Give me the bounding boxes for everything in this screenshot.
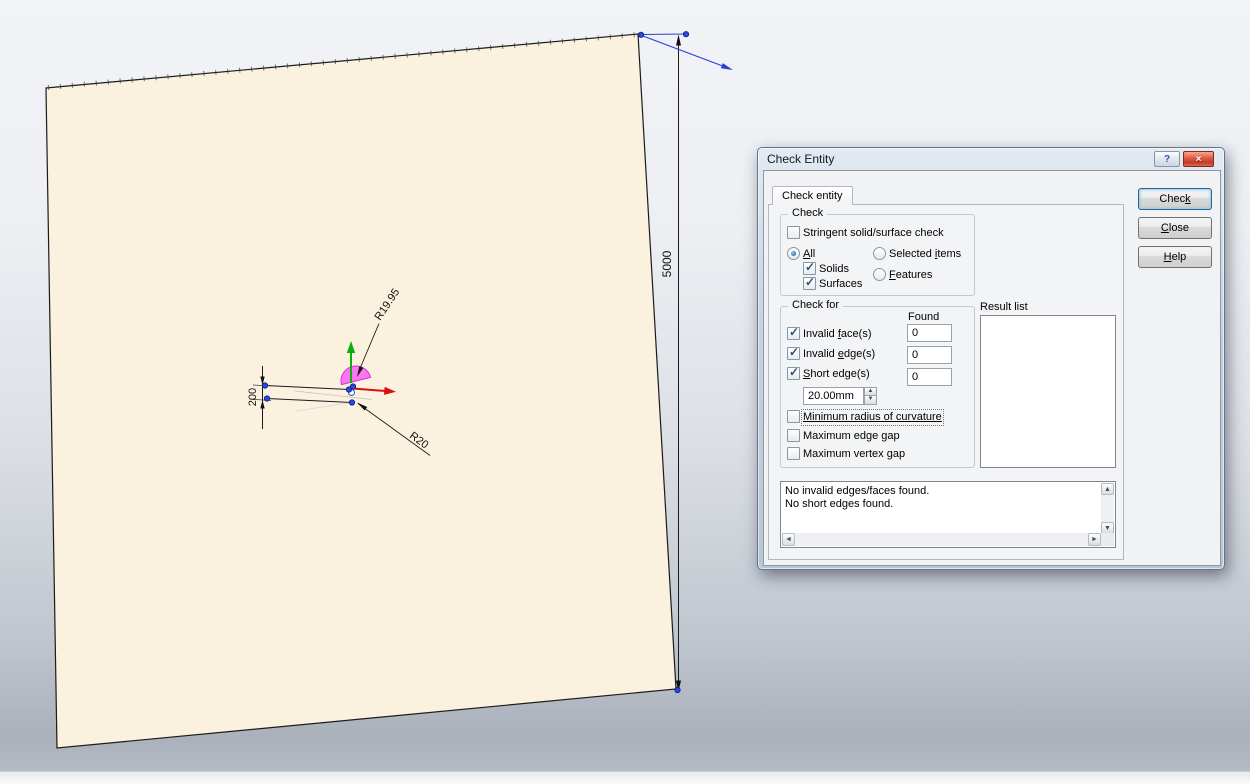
scroll-left-icon: ◄: [785, 536, 792, 543]
spin-down-button[interactable]: ▼: [864, 396, 877, 405]
check-group-label: Check: [788, 207, 827, 219]
tab-check-entity[interactable]: Check entity: [772, 186, 853, 205]
selected-items-label: Selected items: [889, 248, 961, 261]
selected-items-radio[interactable]: [873, 247, 886, 260]
invalid-edges-found-field[interactable]: 0: [907, 346, 952, 364]
solids-label: Solids: [819, 263, 849, 276]
check-entity-tab-page: Check Stringent solid/surface check All …: [768, 204, 1124, 560]
checkmark-icon: ✓: [789, 325, 799, 339]
spin-up-icon: ▲: [868, 388, 874, 394]
dialog-close-button[interactable]: ×: [1183, 151, 1214, 167]
scroll-down-icon: ▼: [1104, 525, 1111, 532]
invalid-faces-checkbox[interactable]: ✓: [787, 327, 800, 340]
invalid-edges-checkbox[interactable]: ✓: [787, 347, 800, 360]
check-button[interactable]: Check: [1138, 188, 1212, 210]
max-vertex-gap-checkbox[interactable]: [787, 447, 800, 460]
short-edges-found-field[interactable]: 0: [907, 368, 952, 386]
check-for-group-label: Check for: [788, 299, 843, 311]
max-edge-gap-label: Maximum edge gap: [803, 430, 900, 443]
surfaces-checkbox[interactable]: ✓: [803, 277, 816, 290]
short-edges-label: Short edge(s): [803, 368, 870, 381]
features-label: Features: [889, 269, 932, 282]
scrollbar-corner: [1101, 533, 1114, 546]
short-edge-length-spinner: ▲ ▼: [864, 387, 877, 405]
sheet-surface[interactable]: [46, 34, 676, 748]
check-entity-dialog: Check Entity ? × Check entity Check Stri…: [757, 147, 1225, 570]
checkmark-icon: ✓: [789, 345, 799, 359]
selection-arrow-icon: [721, 63, 733, 70]
scroll-left-button[interactable]: ◄: [782, 533, 795, 546]
check-group: Check Stringent solid/surface check All …: [780, 214, 975, 296]
max-edge-gap-checkbox[interactable]: [787, 429, 800, 442]
sheet-face[interactable]: [46, 34, 676, 748]
features-radio[interactable]: [873, 268, 886, 281]
short-edges-checkbox[interactable]: ✓: [787, 367, 800, 380]
min-radius-checkbox[interactable]: [787, 410, 800, 423]
scroll-right-button[interactable]: ►: [1088, 533, 1101, 546]
close-button[interactable]: Close: [1138, 217, 1212, 239]
result-listbox[interactable]: [980, 315, 1116, 468]
stringent-check-checkbox[interactable]: [787, 226, 800, 239]
scroll-up-icon: ▲: [1104, 486, 1111, 493]
scroll-up-button[interactable]: ▲: [1101, 483, 1114, 495]
dialog-help-button[interactable]: ?: [1154, 151, 1180, 167]
vertical-scrollbar[interactable]: ▲ ▼: [1101, 483, 1114, 534]
min-radius-label: Minimum radius of curvature: [803, 411, 942, 424]
max-vertex-gap-label: Maximum vertex gap: [803, 448, 905, 461]
check-for-group: Check for Found ✓ Invalid face(s) 0 ✓ In…: [780, 306, 975, 468]
results-message-box: No invalid edges/faces found. No short e…: [780, 481, 1116, 548]
checkmark-icon: ✓: [789, 365, 799, 379]
window-bottom-strip: [0, 771, 1250, 784]
dimension-200-label[interactable]: 200: [247, 388, 259, 406]
dialog-title: Check Entity: [767, 152, 834, 166]
checkmark-icon: ✓: [805, 260, 815, 274]
question-icon: ?: [1164, 154, 1170, 165]
dialog-client-area: Check entity Check Stringent solid/surfa…: [763, 170, 1221, 566]
dialog-titlebar[interactable]: Check Entity ? ×: [758, 148, 1224, 170]
short-edge-length-field[interactable]: 20.00mm: [803, 387, 864, 405]
found-column-label: Found: [908, 311, 939, 324]
invalid-faces-label: Invalid face(s): [803, 328, 871, 341]
dimension-5000-label[interactable]: 5000: [660, 250, 674, 277]
solidworks-window: 5000 200 R19.95: [0, 0, 1250, 784]
horizontal-scrollbar[interactable]: ◄ ►: [782, 533, 1101, 546]
spin-up-button[interactable]: ▲: [864, 387, 877, 396]
checkmark-icon: ✓: [805, 275, 815, 289]
spin-down-icon: ▼: [868, 396, 874, 402]
solids-checkbox[interactable]: ✓: [803, 262, 816, 275]
message-line: No short edges found.: [785, 498, 893, 510]
help-button[interactable]: Help: [1138, 246, 1212, 268]
all-radio[interactable]: [787, 247, 800, 260]
invalid-faces-found-field[interactable]: 0: [907, 324, 952, 342]
invalid-edges-label: Invalid edge(s): [803, 348, 875, 361]
selected-edge-indicator[interactable]: [641, 34, 733, 70]
surfaces-label: Surfaces: [819, 278, 862, 291]
message-line: No invalid edges/faces found.: [785, 485, 929, 497]
result-list-label: Result list: [980, 301, 1028, 314]
close-icon: ×: [1196, 154, 1202, 165]
scroll-right-icon: ►: [1091, 536, 1098, 543]
stringent-check-label: Stringent solid/surface check: [803, 227, 944, 240]
